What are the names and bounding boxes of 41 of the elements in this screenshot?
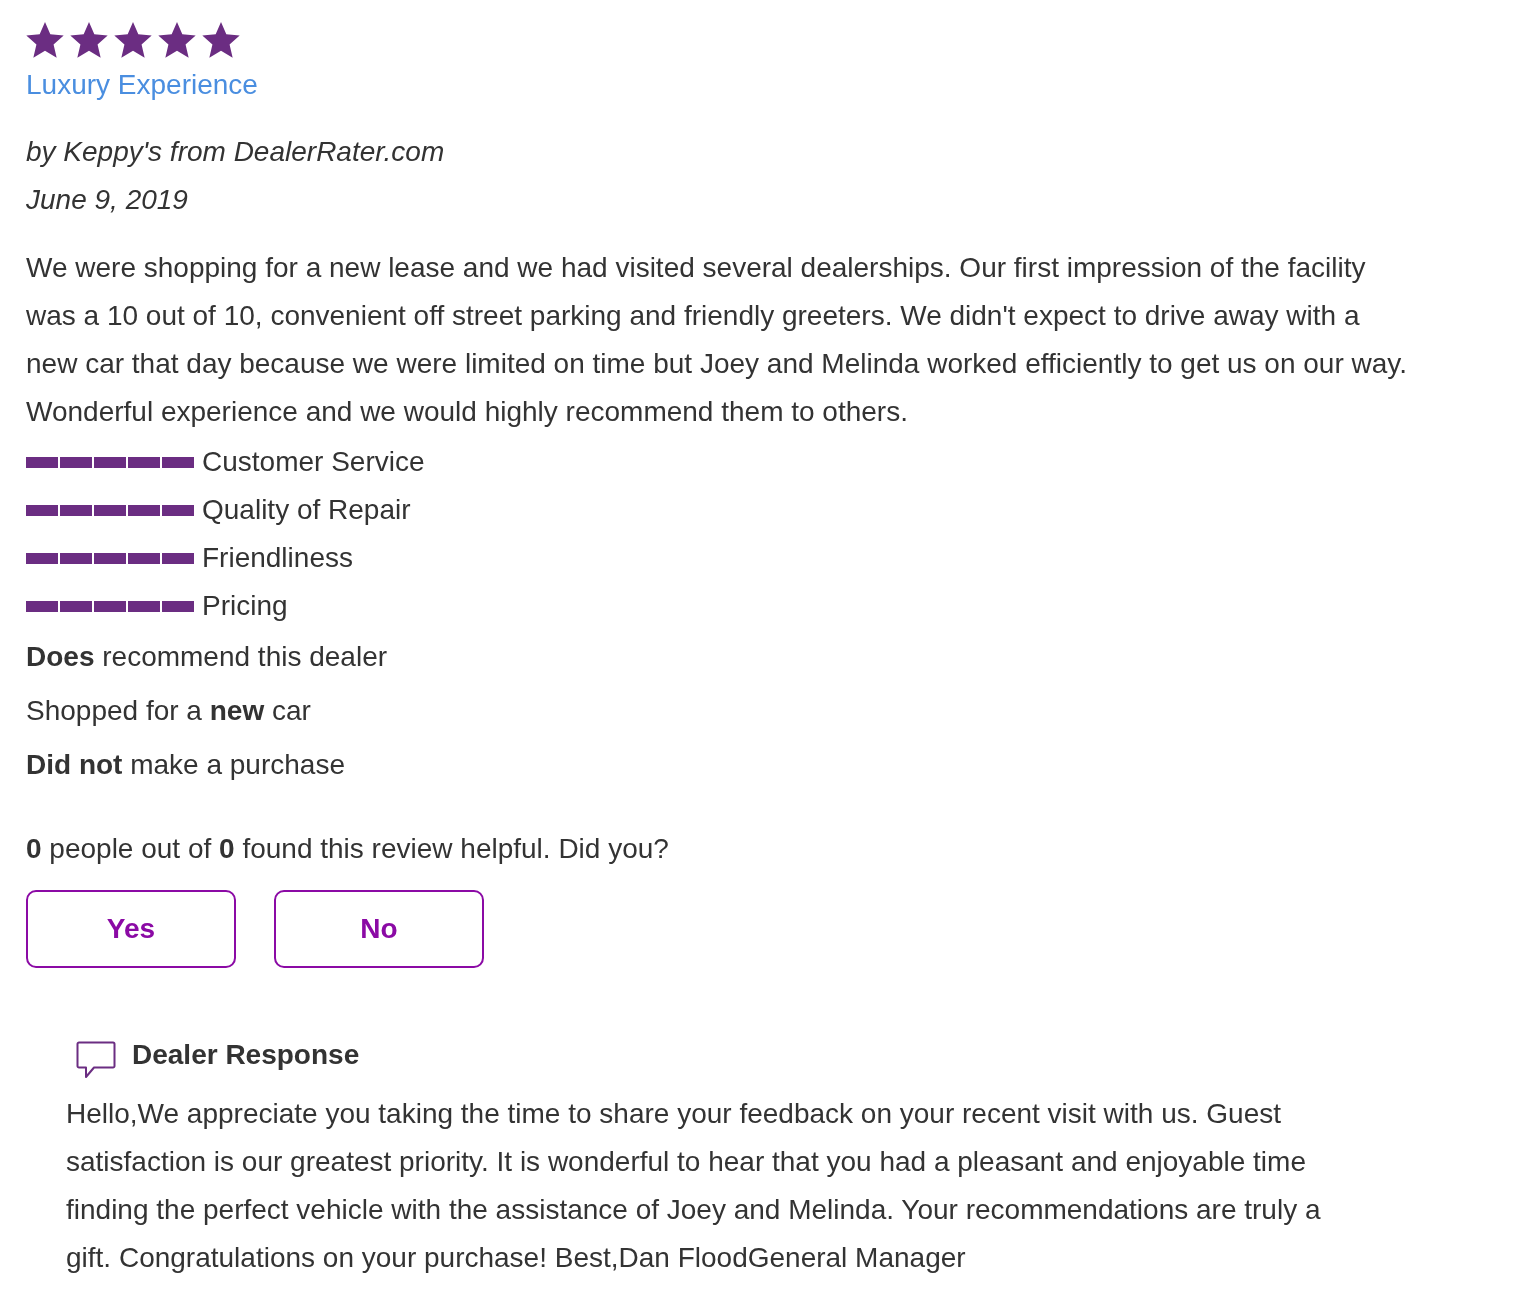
rating-label: Pricing (202, 589, 288, 623)
rating-segment (94, 456, 126, 468)
rating-segment (60, 504, 92, 516)
review-date: June 9, 2019 (26, 183, 188, 217)
rating-segment (128, 456, 160, 468)
rating-segment (128, 504, 160, 516)
rating-segment (26, 600, 58, 612)
star-icon (70, 22, 108, 58)
rating-segment (60, 552, 92, 564)
dealer-response-body: Hello,We appreciate you taking the time to share your feedback on your recent visit with us. Guest satisfaction is our greatest priority. It is wonderful to hear that you had a pleasant and enjoyable time finding the perfect vehicle with the assistance of Joey and Melinda. Your recommendations are truly a gift. Congratulations on your purchase! Best,Dan FloodGeneral Manager (66, 1097, 1322, 1275)
dealer-response-heading: Dealer Response (132, 1038, 360, 1072)
rating-segment (26, 552, 58, 564)
star-icon (158, 22, 196, 58)
star-icon (26, 22, 64, 58)
review-fact: Did not make a purchase (26, 748, 345, 782)
rating-segment (128, 552, 160, 564)
rating-segment (162, 504, 194, 516)
review-fact: Does recommend this dealer (26, 640, 388, 674)
rating-segment (162, 552, 194, 564)
vote-button[interactable]: Yes (26, 890, 236, 968)
speech-bubble-icon (76, 1041, 116, 1079)
helpful-question: 0 people out of 0 found this review helpful. Did you? (26, 832, 669, 866)
rating-segment (94, 552, 126, 564)
rating-segment (162, 600, 194, 612)
rating-label: Friendliness (202, 541, 353, 575)
rating-label: Customer Service (202, 445, 425, 479)
rating-label: Quality of Repair (202, 493, 411, 527)
rating-segment (60, 600, 92, 612)
rating-segment (94, 504, 126, 516)
star-icon (114, 22, 152, 58)
vote-button[interactable]: No (274, 890, 484, 968)
star-icon (202, 22, 240, 58)
rating-segment (94, 600, 126, 612)
rating-segment (128, 600, 160, 612)
review-fact: Shopped for a new car (26, 694, 311, 728)
review-body: We were shopping for a new lease and we had visited several dealerships. Our first impression of the facility was a 10 out of 10, convenient off street parking and friendly greeters. We didn't expect to drive away with a new car that day because we were limited on time but Joey and Melinda worked efficiently to get us on our way. Wonderful experience and we would highly recommend them to others. (26, 251, 1409, 429)
rating-segment (162, 456, 194, 468)
rating-segment (26, 456, 58, 468)
review-author: by Keppy's from DealerRater.com (26, 135, 445, 169)
rating-segment (60, 456, 92, 468)
rating-segment (26, 504, 58, 516)
